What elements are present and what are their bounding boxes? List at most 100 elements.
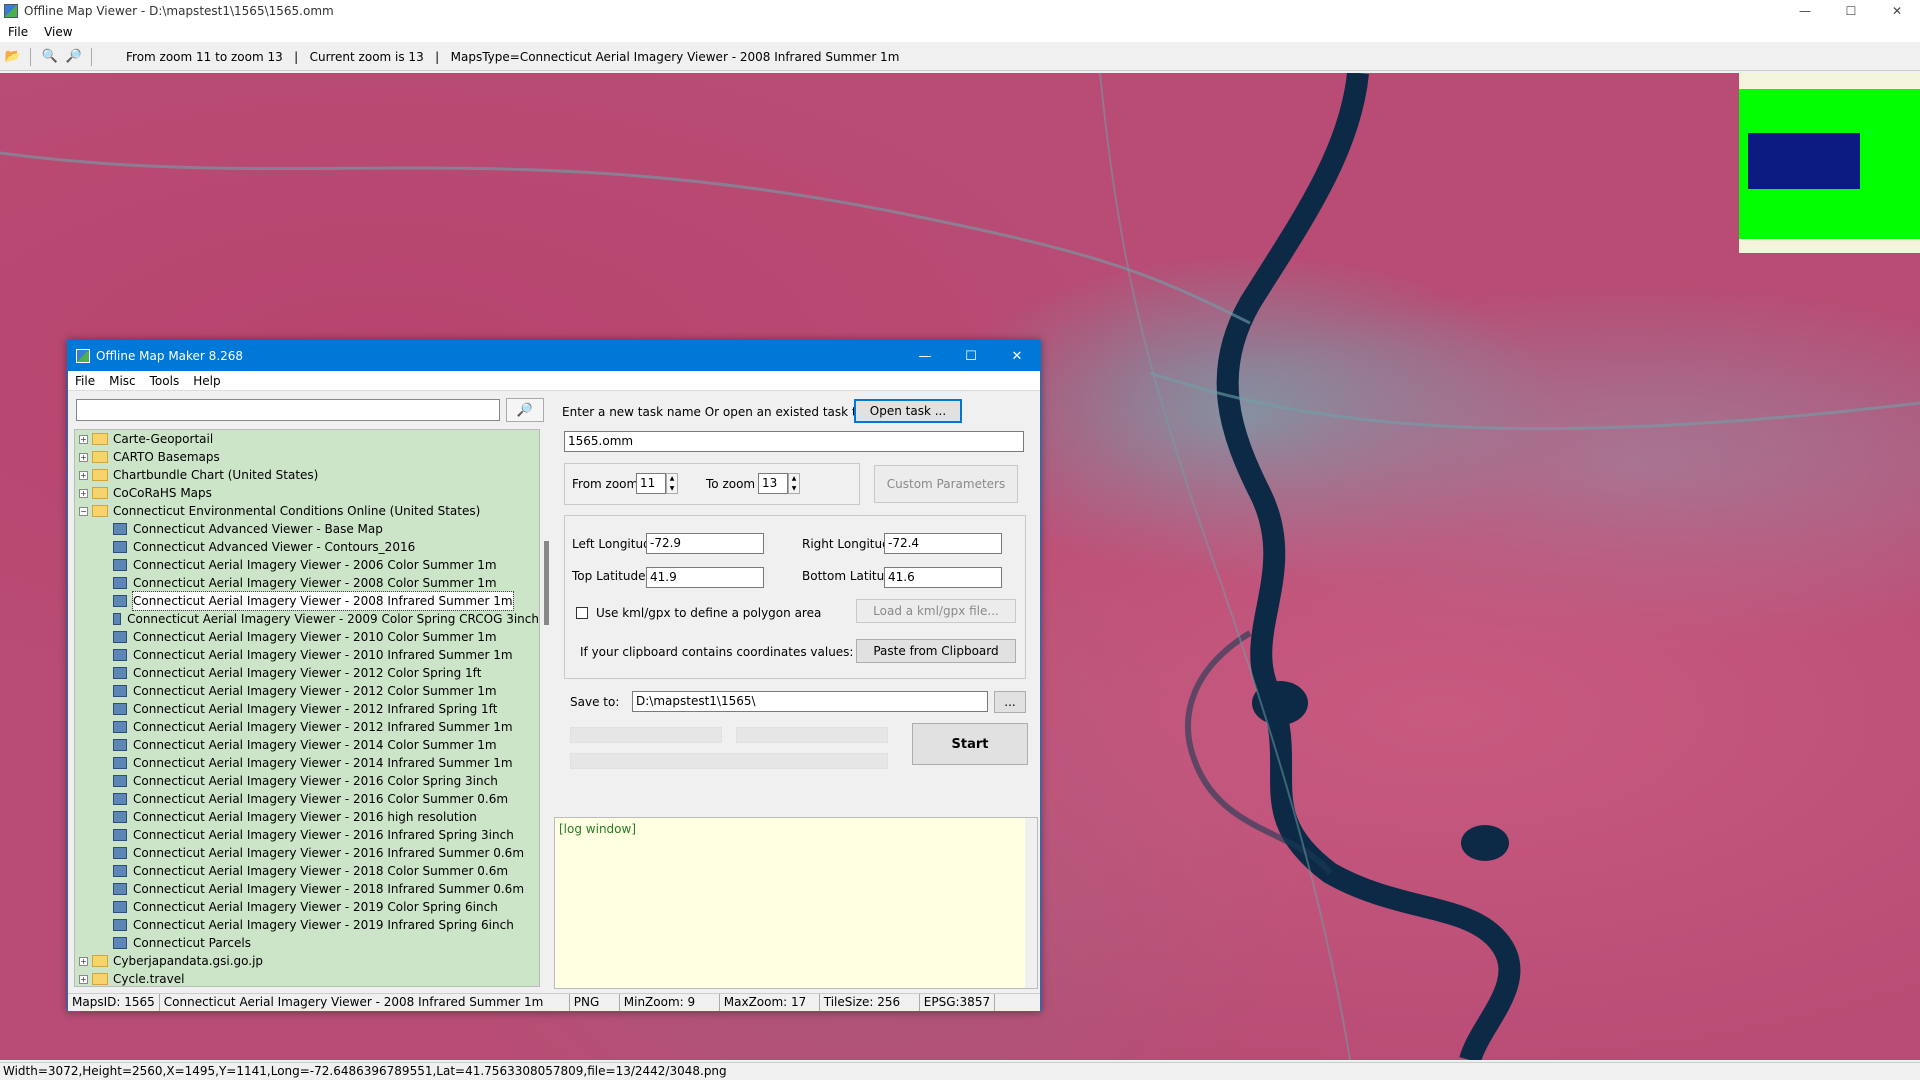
open-folder-icon[interactable]: 📂: [2, 46, 24, 68]
expand-icon[interactable]: +: [79, 974, 88, 984]
zoom-out-icon[interactable]: 🔍: [39, 46, 61, 68]
custom-parameters-button[interactable]: Custom Parameters: [874, 465, 1018, 503]
tree-item[interactable]: Connecticut Aerial Imagery Viewer - 2006…: [75, 556, 539, 574]
map-layer-icon: [113, 775, 127, 787]
dialog-maximize-button[interactable]: ☐: [948, 341, 994, 371]
bottom-latitude-field[interactable]: 41.6: [884, 567, 1002, 588]
tree-item[interactable]: Connecticut Aerial Imagery Viewer - 2019…: [75, 898, 539, 916]
kml-checkbox[interactable]: [576, 607, 588, 619]
dialog-menu-file[interactable]: File: [68, 374, 102, 388]
dialog-minimize-button[interactable]: —: [902, 341, 948, 371]
tree-item[interactable]: Connecticut Aerial Imagery Viewer - 2016…: [75, 790, 539, 808]
from-zoom-field[interactable]: 11: [636, 473, 666, 494]
app-titlebar: Offline Map Viewer - D:\mapstest1\1565\1…: [0, 0, 1920, 22]
tree-item[interactable]: Connecticut Advanced Viewer - Base Map: [75, 520, 539, 538]
expand-icon[interactable]: +: [79, 470, 88, 480]
tree-item[interactable]: Connecticut Aerial Imagery Viewer - 2016…: [75, 772, 539, 790]
from-zoom-stepper[interactable]: ▲ ▼: [666, 473, 678, 494]
tree-item[interactable]: Connecticut Parcels: [75, 934, 539, 952]
zoom-in-icon[interactable]: 🔎: [63, 46, 85, 68]
tree-item-label: Connecticut Aerial Imagery Viewer - 2018…: [133, 882, 525, 896]
menu-file[interactable]: File: [0, 25, 36, 39]
save-to-field[interactable]: D:\mapstest1\1565\: [632, 691, 988, 712]
dialog-menubar: File Misc Tools Help: [68, 371, 1040, 391]
to-zoom-field[interactable]: 13: [758, 473, 788, 494]
log-scrollbar[interactable]: [1025, 818, 1037, 988]
tree-item-label: Connecticut Aerial Imagery Viewer - 2014…: [133, 738, 497, 752]
tree-item[interactable]: Connecticut Aerial Imagery Viewer - 2014…: [75, 754, 539, 772]
tree-item[interactable]: Connecticut Aerial Imagery Viewer - 2016…: [75, 844, 539, 862]
tree-folder[interactable]: + Cyberjapandata.gsi.go.jp: [75, 952, 539, 970]
expand-icon[interactable]: +: [79, 956, 88, 966]
tree-item[interactable]: Connecticut Aerial Imagery Viewer - 2016…: [75, 826, 539, 844]
map-layer-icon: [113, 919, 127, 931]
tree-item[interactable]: Connecticut Aerial Imagery Viewer - 2014…: [75, 736, 539, 754]
tree-folder[interactable]: + CARTO Basemaps: [75, 448, 539, 466]
tree-folder[interactable]: − Connecticut Environmental Conditions On…: [75, 502, 539, 520]
right-longitude-field[interactable]: -72.4: [884, 533, 1002, 554]
search-button[interactable]: 🔎: [506, 398, 544, 422]
paste-clipboard-button[interactable]: Paste from Clipboard: [856, 639, 1016, 663]
status-min-zoom: MinZoom: 9: [620, 994, 720, 1011]
expand-icon[interactable]: +: [79, 452, 88, 462]
tree-item[interactable]: Connecticut Aerial Imagery Viewer - 2012…: [75, 664, 539, 682]
overview-minimap[interactable]: [1739, 73, 1920, 253]
dialog-menu-misc[interactable]: Misc: [102, 374, 143, 388]
map-layer-icon: [113, 847, 127, 859]
task-name-field[interactable]: 1565.omm: [564, 431, 1024, 452]
expand-icon[interactable]: +: [79, 488, 88, 498]
tree-folder[interactable]: + CoCoRaHS Maps: [75, 484, 539, 502]
open-task-button[interactable]: Open task ...: [854, 399, 962, 423]
tree-item[interactable]: Connecticut Aerial Imagery Viewer - 2010…: [75, 628, 539, 646]
dialog-statusbar: MapsID: 1565 Connecticut Aerial Imagery …: [68, 993, 1040, 1011]
dialog-close-button[interactable]: ✕: [994, 341, 1040, 371]
dialog-menu-help[interactable]: Help: [186, 374, 227, 388]
tree-folder[interactable]: + Carte-Geoportail: [75, 430, 539, 448]
collapse-icon[interactable]: −: [79, 506, 88, 516]
tree-item[interactable]: Connecticut Aerial Imagery Viewer - 2008…: [75, 591, 539, 611]
tree-scrollbar[interactable]: [542, 429, 552, 987]
right-longitude-label: Right Longitude: [802, 537, 898, 551]
tree-item[interactable]: Connecticut Aerial Imagery Viewer - 2008…: [75, 574, 539, 592]
map-search-input[interactable]: [76, 399, 500, 421]
menu-view[interactable]: View: [36, 25, 80, 39]
tree-item-label: Connecticut Aerial Imagery Viewer - 2016…: [133, 792, 509, 806]
map-layer-icon: [113, 721, 127, 733]
tree-item[interactable]: Connecticut Aerial Imagery Viewer - 2010…: [75, 646, 539, 664]
map-source-tree[interactable]: + Carte-Geoportail + CARTO Basemaps + Chartbu…: [74, 429, 540, 987]
tree-item[interactable]: Connecticut Aerial Imagery Viewer - 2012…: [75, 682, 539, 700]
overview-viewport[interactable]: [1748, 133, 1860, 189]
tree-item[interactable]: Connecticut Aerial Imagery Viewer - 2018…: [75, 880, 539, 898]
log-window[interactable]: [log window]: [554, 817, 1038, 989]
close-button[interactable]: ✕: [1874, 0, 1920, 22]
folder-icon: [92, 955, 108, 967]
to-zoom-stepper[interactable]: ▲ ▼: [788, 473, 800, 494]
tree-item[interactable]: Connecticut Aerial Imagery Viewer - 2009…: [75, 610, 539, 628]
start-button[interactable]: Start: [912, 723, 1028, 765]
dialog-menu-tools[interactable]: Tools: [143, 374, 187, 388]
expand-icon[interactable]: +: [79, 434, 88, 444]
tree-folder[interactable]: + Cycle.travel: [75, 970, 539, 986]
tree-item[interactable]: Connecticut Aerial Imagery Viewer - 2012…: [75, 700, 539, 718]
tree-scrollbar-thumb[interactable]: [544, 541, 549, 625]
dialog-app-icon: [76, 349, 90, 363]
map-layer-icon: [113, 757, 127, 769]
load-kml-button[interactable]: Load a kml/gpx file...: [856, 599, 1016, 623]
tree-folder[interactable]: + Chartbundle Chart (United States): [75, 466, 539, 484]
minimize-button[interactable]: —: [1782, 0, 1828, 22]
tree-item-label: CARTO Basemaps: [113, 450, 220, 464]
maximize-button[interactable]: ☐: [1828, 0, 1874, 22]
tree-item[interactable]: Connecticut Aerial Imagery Viewer - 2019…: [75, 916, 539, 934]
top-latitude-field[interactable]: 41.9: [646, 567, 764, 588]
map-layer-icon: [113, 865, 127, 877]
map-layer-icon: [113, 523, 127, 535]
map-layer-icon: [113, 649, 127, 661]
dialog-title: Offline Map Maker 8.268: [96, 349, 244, 363]
tree-item[interactable]: Connecticut Advanced Viewer - Contours_2…: [75, 538, 539, 556]
task-panel: Enter a new task name Or open an existed…: [554, 393, 1038, 989]
browse-button[interactable]: ...: [994, 691, 1026, 713]
left-longitude-field[interactable]: -72.9: [646, 533, 764, 554]
tree-item[interactable]: Connecticut Aerial Imagery Viewer - 2016…: [75, 808, 539, 826]
tree-item[interactable]: Connecticut Aerial Imagery Viewer - 2012…: [75, 718, 539, 736]
tree-item[interactable]: Connecticut Aerial Imagery Viewer - 2018…: [75, 862, 539, 880]
